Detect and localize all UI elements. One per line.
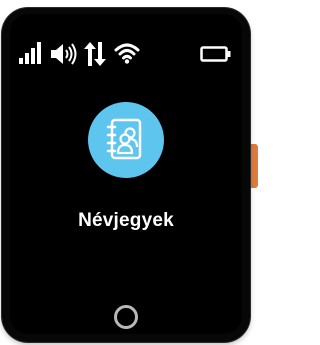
data-transfer-icon [84,42,106,66]
contacts-app-icon[interactable] [88,102,164,178]
contacts-book-icon [106,118,142,160]
app-name-label: Névjegyek [78,210,174,231]
signal-bars-icon [19,42,41,64]
watch-screen: Névjegyek [10,14,242,334]
battery-icon [200,46,231,62]
status-bar [10,42,242,66]
wifi-icon [114,43,140,64]
volume-icon [51,43,77,65]
watch-device: Névjegyek [2,8,250,342]
home-circle-icon[interactable] [114,305,138,329]
